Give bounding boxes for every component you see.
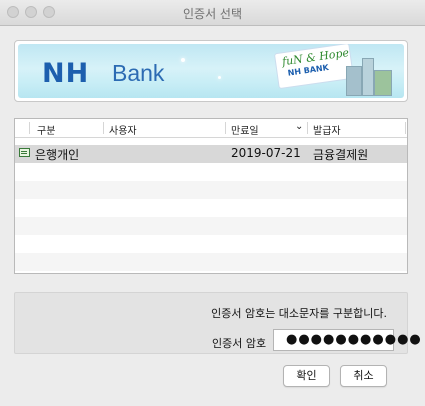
chevron-down-icon[interactable]: ⌄ (295, 121, 303, 132)
password-field[interactable]: ●●●●●●●●●●● (273, 329, 421, 351)
sparkle-icon (218, 76, 221, 79)
column-header-user[interactable]: 사용자 (109, 122, 137, 137)
building-graphic (362, 58, 374, 96)
table-row[interactable]: 은행개인 2019-07-21 금융결제원 (15, 145, 407, 163)
building-graphic (346, 66, 362, 96)
password-label: 인증서 암호 (212, 337, 267, 350)
cell-issuer: 금융결제원 (313, 148, 369, 162)
table-row-empty (15, 199, 407, 217)
flag-graphic: fuN & Hope NH BANK (273, 44, 355, 90)
password-panel: 인증서 암호는 대소문자를 구분합니다. 인증서 암호 ●●●●●●●●●●● (14, 292, 421, 354)
nh-bank-banner: NH Bank fuN & Hope NH BANK (18, 44, 404, 98)
column-header-type[interactable]: 구분 (37, 122, 55, 137)
table-row-empty (15, 235, 407, 253)
banner: NH Bank fuN & Hope NH BANK (14, 40, 408, 102)
bank-text: Bank (112, 60, 165, 86)
nh-logo: NH (42, 58, 90, 89)
cell-expiry: 2019-07-21 (231, 146, 301, 160)
certificate-icon (19, 148, 30, 157)
column-header-issuer[interactable]: 발급자 (313, 122, 341, 137)
table-row-empty (15, 253, 407, 271)
table-row-empty (15, 181, 407, 199)
column-header-expiry[interactable]: 만료일 (231, 122, 259, 137)
case-sensitivity-notice: 인증서 암호는 대소문자를 구분합니다. (211, 307, 387, 320)
building-graphic (374, 70, 392, 96)
certificate-table: 구분 사용자 만료일 ⌄ 발급자 은행개인 2019-07-21 금융결제원 (14, 118, 408, 274)
window-title: 인증서 선택 (182, 7, 242, 21)
sparkle-icon (181, 58, 185, 62)
dialog-body: NH Bank fuN & Hope NH BANK 구분 사용자 만료일 ⌄ (0, 26, 425, 406)
cancel-button[interactable]: 취소 (340, 365, 387, 387)
table-row-empty (15, 163, 407, 181)
cell-type: 은행개인 (35, 148, 80, 162)
table-header: 구분 사용자 만료일 ⌄ 발급자 (15, 119, 407, 138)
title-bar: 인증서 선택 (0, 0, 425, 26)
ok-button[interactable]: 확인 (283, 365, 330, 387)
table-row-empty (15, 217, 407, 235)
fun-hope-logo: fuN & Hope NH BANK (273, 44, 396, 96)
